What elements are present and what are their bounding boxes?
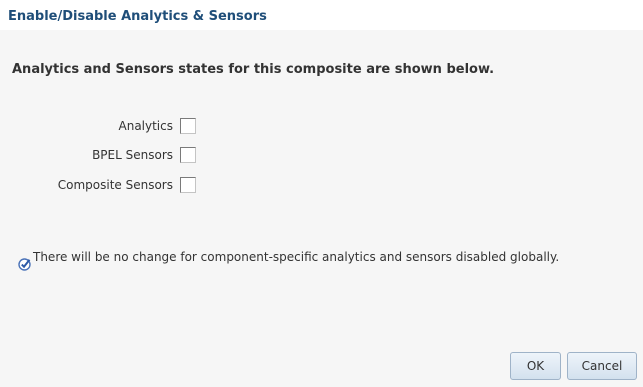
instruction-text: Analytics and Sensors states for this co… <box>12 62 495 77</box>
analytics-row: Analytics <box>0 117 210 137</box>
dialog-header: Enable/Disable Analytics & Sensors <box>0 0 643 30</box>
dialog-title: Enable/Disable Analytics & Sensors <box>8 9 267 24</box>
analytics-label: Analytics <box>118 119 174 133</box>
analytics-checkbox[interactable] <box>180 118 196 134</box>
composite-sensors-row: Composite Sensors <box>0 176 210 196</box>
composite-sensors-checkbox[interactable] <box>180 177 196 193</box>
bpel-sensors-row: BPEL Sensors <box>0 146 210 166</box>
info-text: There will be no change for component-sp… <box>33 250 560 264</box>
bpel-sensors-checkbox[interactable] <box>180 147 196 163</box>
ok-button[interactable]: OK <box>510 352 561 380</box>
cancel-button[interactable]: Cancel <box>567 352 637 380</box>
bpel-sensors-label: BPEL Sensors <box>92 148 173 162</box>
composite-sensors-label: Composite Sensors <box>57 178 173 192</box>
info-check-icon <box>18 258 31 271</box>
